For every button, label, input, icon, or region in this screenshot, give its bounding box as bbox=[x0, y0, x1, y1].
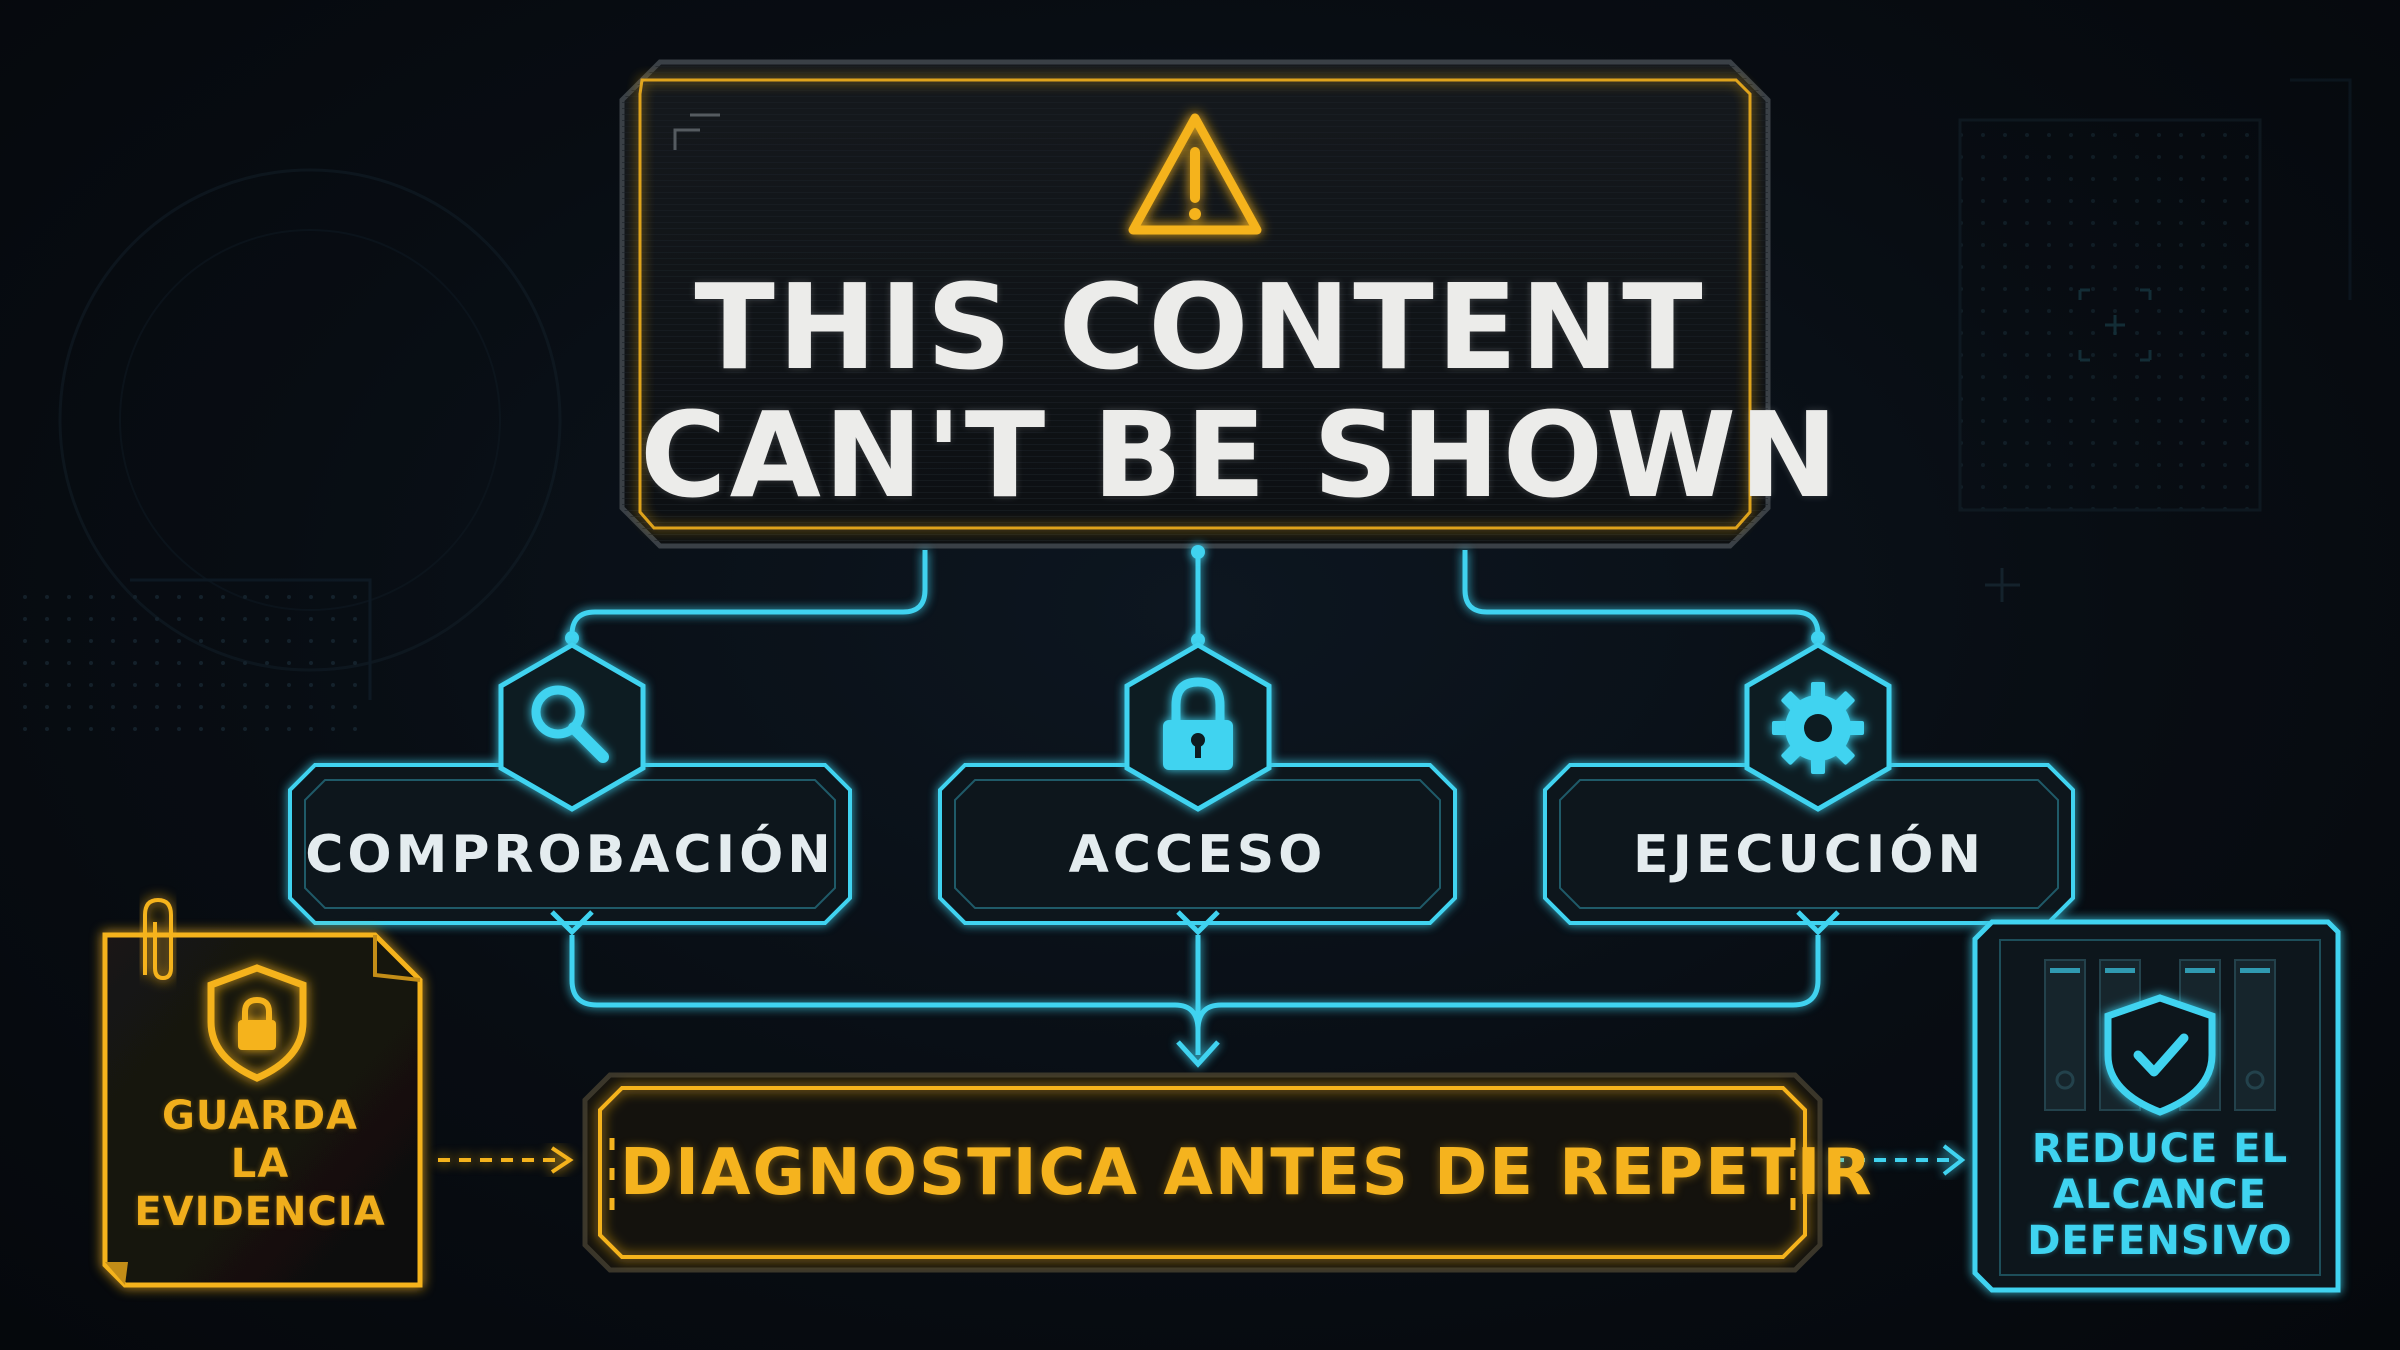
gear-icon bbox=[1772, 682, 1864, 774]
right-note-line-1: REDUCE EL bbox=[2031, 1126, 2289, 1172]
branch-label-ejecucion: EJECUCIÓN bbox=[1632, 825, 1985, 885]
title-line-1: THIS CONTENT bbox=[694, 258, 1706, 396]
shield-check-icon bbox=[2104, 994, 2216, 1116]
left-note-line-2: LA bbox=[230, 1141, 290, 1187]
branch-label-comprobacion: COMPROBACIÓN bbox=[305, 825, 835, 885]
branch-label-acceso: ACCESO bbox=[1068, 825, 1327, 885]
action-label: DIAGNOSTICA ANTES DE REPETIR bbox=[620, 1136, 1874, 1210]
connector-nodes bbox=[565, 545, 1825, 647]
title-line-2: CAN'T BE SHOWN bbox=[640, 386, 1841, 524]
diagram-canvas: THIS CONTENT CAN'T BE SHOWN COMPROBACIÓN… bbox=[0, 0, 2400, 1350]
right-note-line-3: DEFENSIVO bbox=[2027, 1218, 2293, 1264]
arrow-left-to-action bbox=[438, 1146, 574, 1174]
left-note-line-3: EVIDENCIA bbox=[134, 1189, 386, 1235]
right-note-line-2: ALCANCE bbox=[2053, 1172, 2267, 1218]
left-note-line-1: GUARDA bbox=[162, 1093, 358, 1139]
